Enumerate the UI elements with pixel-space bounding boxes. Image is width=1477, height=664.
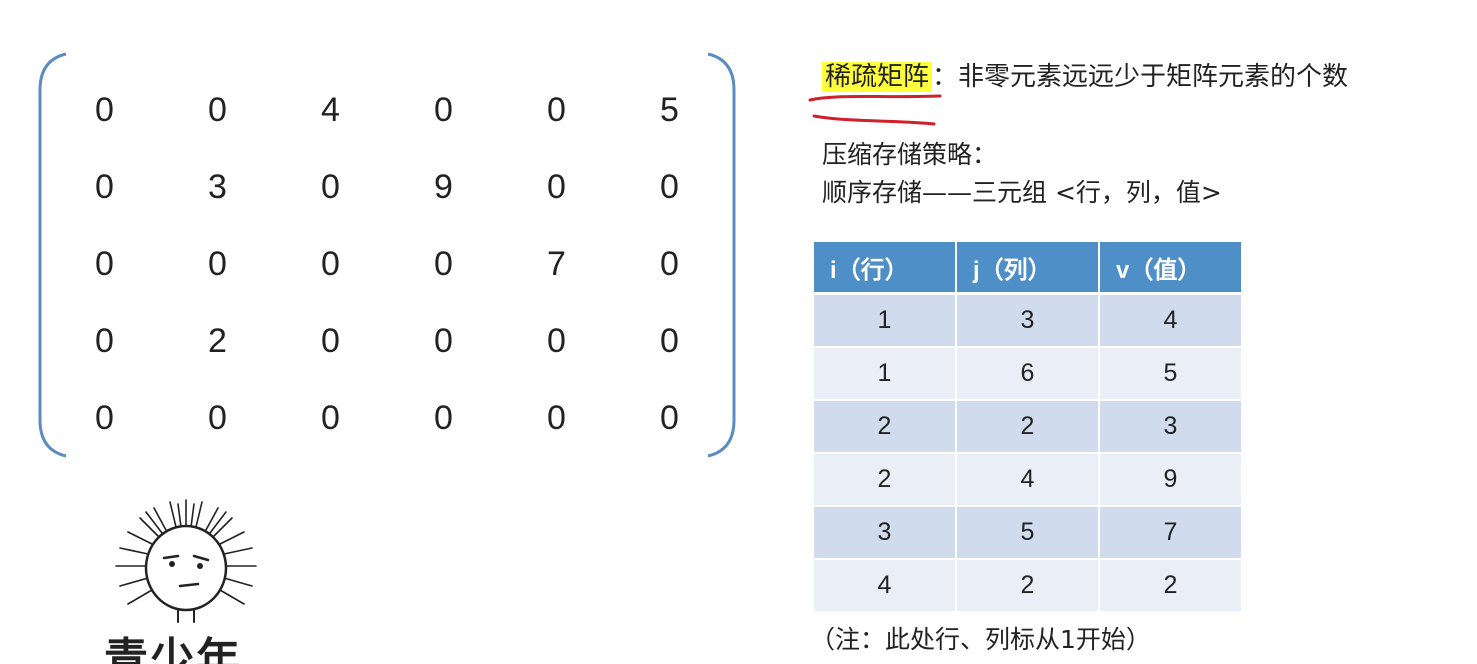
highlighted-term: 稀疏矩阵 [822, 62, 933, 92]
table-cell: 9 [1099, 453, 1243, 507]
matrix-cell: 0 [95, 168, 114, 206]
table-cell: 1 [814, 293, 957, 348]
index-note: （注：此处行、列标从1开始） [810, 625, 1151, 654]
table-cell: 4 [814, 559, 957, 613]
matrix-cell: 0 [95, 322, 114, 360]
table-cell: 5 [1099, 347, 1243, 401]
matrix-cell: 0 [208, 91, 227, 129]
table-row: 2 2 3 [814, 400, 1243, 454]
matrix-cell: 0 [321, 322, 340, 360]
table-cell: 2 [1099, 559, 1243, 613]
matrix-row: 0 3 0 9 0 0 [48, 149, 728, 226]
table-row: 4 2 2 [814, 559, 1243, 613]
matrix-row: 0 0 0 0 0 0 [48, 380, 728, 457]
matrix-row: 0 0 0 0 7 0 [48, 226, 728, 303]
column-header-i: i（行） [814, 242, 957, 295]
red-underline-annotation [808, 94, 942, 126]
definition-colon: ： [932, 62, 959, 92]
table-cell: 3 [1099, 400, 1243, 454]
matrix-cell: 2 [208, 322, 227, 360]
matrix-cell: 0 [547, 168, 566, 206]
matrix-cell: 0 [208, 245, 227, 283]
matrix-cell: 0 [95, 91, 114, 129]
table-cell: 4 [1099, 293, 1243, 348]
table-row: 2 4 9 [814, 453, 1243, 507]
table-row: 1 6 5 [814, 347, 1243, 401]
triplet-table: i（行） j（列） v（值） 1 3 4 1 6 5 2 2 3 2 4 9 3… [814, 242, 1243, 613]
matrix-cell: 0 [434, 399, 453, 437]
matrix-cell: 0 [95, 399, 114, 437]
table-cell: 2 [814, 400, 957, 454]
matrix-cell: 0 [208, 399, 227, 437]
cartoon-caption: 青少年 [104, 634, 242, 664]
matrix-cell: 0 [547, 322, 566, 360]
table-cell: 6 [956, 347, 1100, 401]
table-row: 1 3 4 [814, 293, 1243, 348]
compression-strategy: 压缩存储策略： 顺序存储——三元组 <行，列，值> [822, 136, 1222, 212]
matrix-cell: 0 [95, 245, 114, 283]
matrix-cell: 0 [660, 168, 679, 206]
table-cell: 2 [956, 559, 1100, 613]
strategy-title: 压缩存储策略： [822, 140, 998, 169]
table-cell: 3 [956, 293, 1100, 348]
matrix-cell: 0 [660, 245, 679, 283]
matrix-cell: 9 [434, 168, 453, 206]
matrix-cell: 0 [321, 245, 340, 283]
matrix-cell: 0 [660, 322, 679, 360]
matrix-cell: 0 [547, 399, 566, 437]
table-cell: 1 [814, 347, 957, 401]
column-header-j: j（列） [956, 242, 1100, 295]
matrix-cell: 3 [208, 168, 227, 206]
matrix-row: 0 2 0 0 0 0 [48, 303, 728, 380]
table-cell: 7 [1099, 506, 1243, 560]
matrix-cell: 0 [434, 245, 453, 283]
matrix-cell: 0 [321, 399, 340, 437]
table-header-row: i（行） j（列） v（值） [814, 242, 1243, 295]
table-cell: 3 [814, 506, 957, 560]
column-header-v: v（值） [1099, 242, 1243, 295]
sparse-matrix: 0 0 4 0 0 5 0 3 0 9 0 0 0 0 0 0 7 0 0 2 … [48, 72, 728, 457]
table-cell: 4 [956, 453, 1100, 507]
matrix-cell: 0 [434, 322, 453, 360]
matrix-cell: 0 [321, 168, 340, 206]
matrix-cell: 7 [547, 245, 566, 283]
table-cell: 2 [814, 453, 957, 507]
table-cell: 5 [956, 506, 1100, 560]
definition-text: 非零元素远远少于矩阵元素的个数 [958, 62, 1349, 92]
matrix-cell: 4 [321, 91, 340, 129]
strategy-line: 顺序存储——三元组 <行，列，值> [822, 178, 1222, 207]
table-cell: 2 [956, 400, 1100, 454]
table-row: 3 5 7 [814, 506, 1243, 560]
matrix-cell: 5 [660, 91, 679, 129]
matrix-cell: 0 [434, 91, 453, 129]
matrix-row: 0 0 4 0 0 5 [48, 72, 728, 149]
matrix-cell: 0 [547, 91, 566, 129]
matrix-cell: 0 [660, 399, 679, 437]
